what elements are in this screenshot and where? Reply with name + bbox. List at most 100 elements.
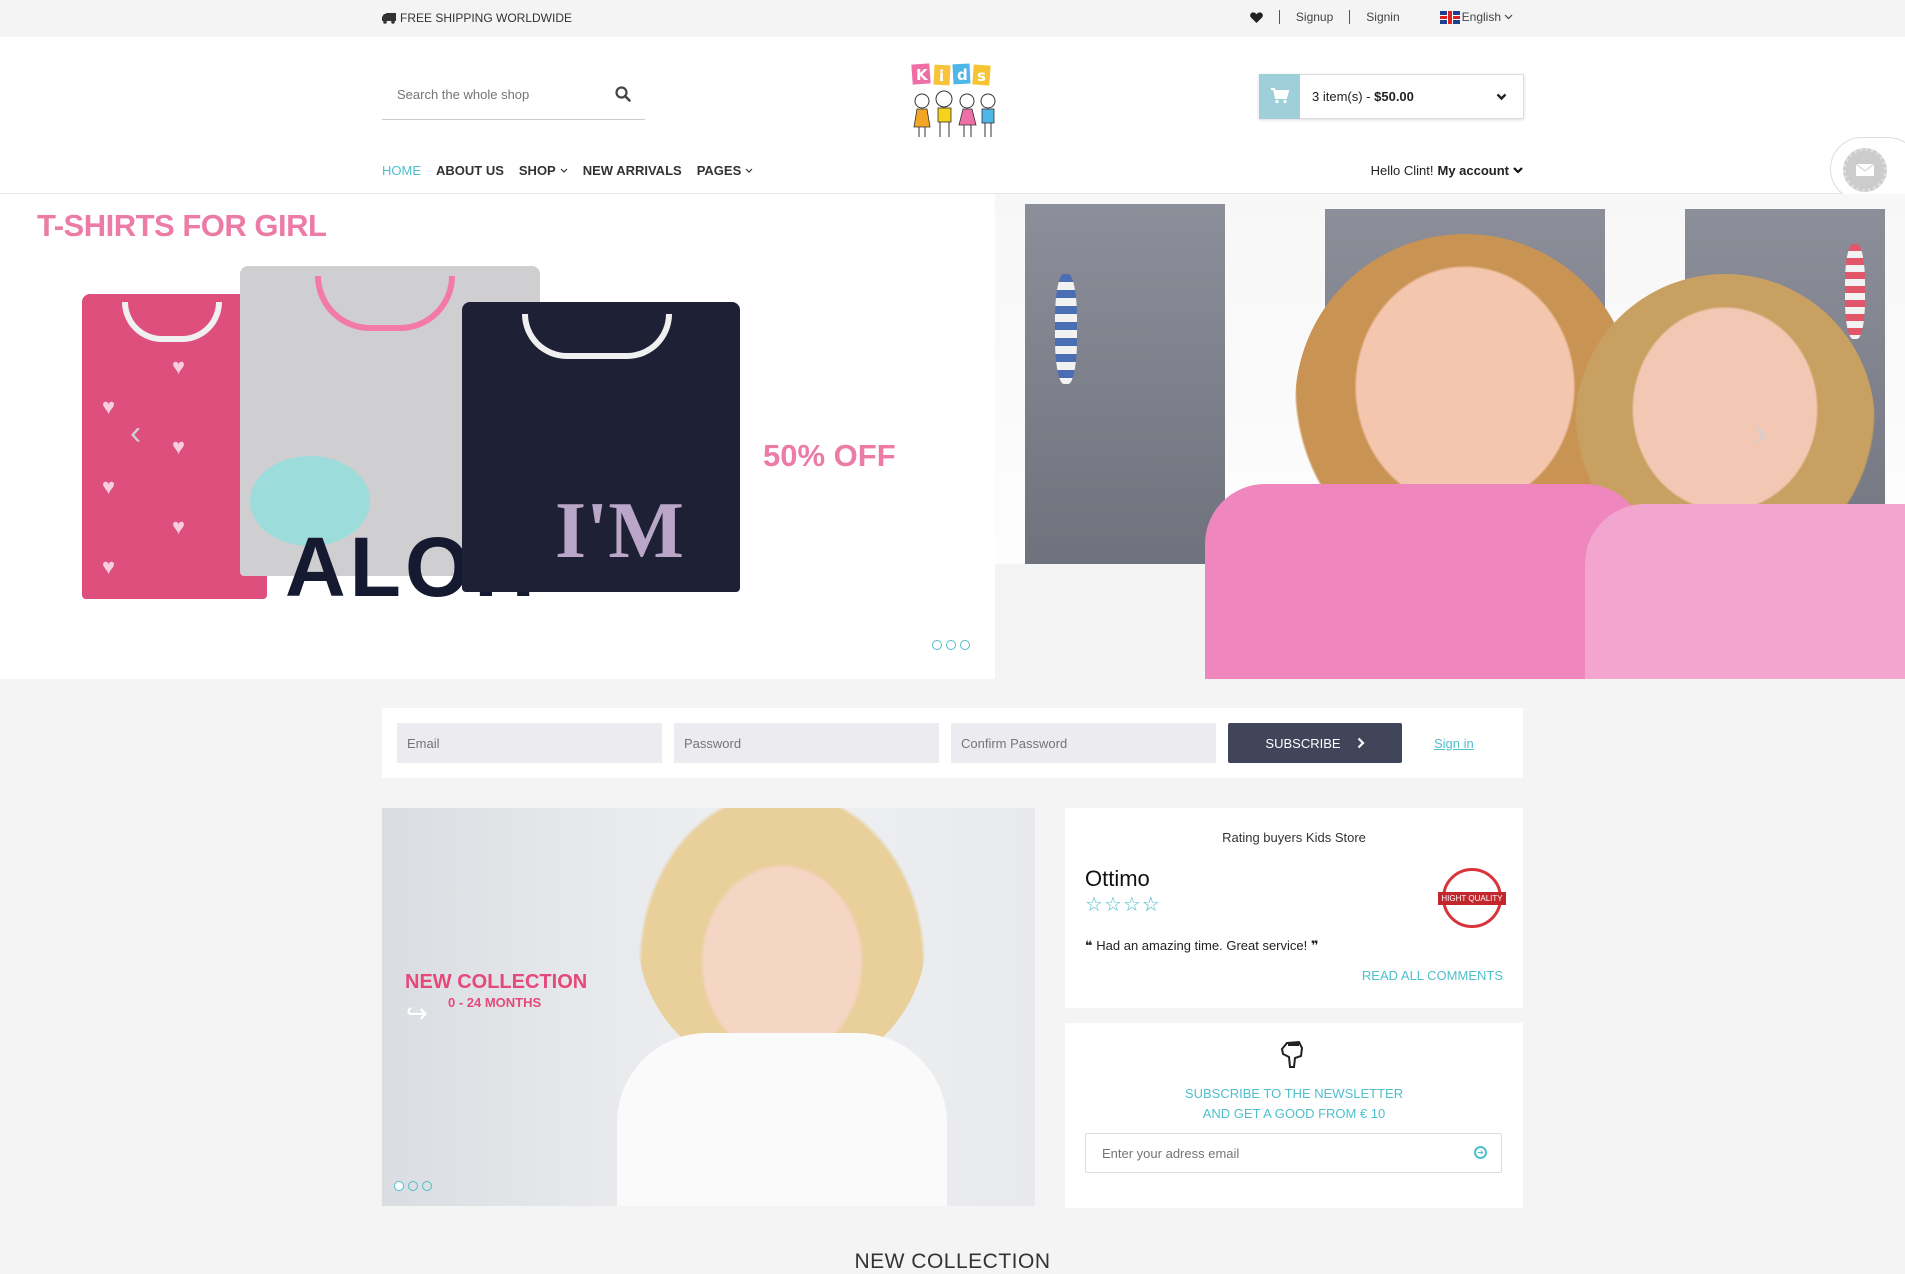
rating-header: Rating buyers Kids Store: [1222, 830, 1366, 845]
fish-ornament: [1845, 244, 1865, 339]
review-quote: ❝ Had an amazing time. Great service! ❞: [1085, 938, 1319, 954]
slider-dot[interactable]: [960, 640, 970, 650]
heart-pattern: ♥: [172, 434, 186, 459]
hero-slide-tshirts: T-SHIRTS FOR GIRL ♥ ♥ ♥ ♥ ♥ ♥ ALOH I'M 5…: [0, 194, 995, 679]
my-account-label: My account: [1437, 163, 1509, 178]
language-selector[interactable]: English: [1439, 10, 1513, 24]
subscribe-button[interactable]: SUBSCRIBE: [1228, 723, 1402, 763]
slider-prev-arrow[interactable]: ‹: [130, 414, 141, 453]
star-outline-icon: ☆: [1085, 894, 1104, 916]
heart-icon[interactable]: [1250, 11, 1263, 23]
signup-link[interactable]: Signup: [1296, 10, 1333, 24]
shipping-notice: FREE SHIPPING WORLDWIDE: [382, 11, 572, 25]
account-menu[interactable]: Hello Clint! My account: [1371, 163, 1523, 178]
main-nav: HOME ABOUT US SHOP NEW ARRIVALS PAGES: [382, 163, 753, 178]
heart-pattern: ♥: [102, 394, 116, 419]
svg-text:s: s: [977, 67, 986, 85]
nav-new-arrivals-label: NEW ARRIVALS: [582, 163, 682, 178]
hero-slider-dots: [932, 640, 970, 650]
collar: [522, 314, 672, 359]
toddler-photo: [597, 808, 957, 1206]
collar: [122, 302, 222, 342]
shipping-text: FREE SHIPPING WORLDWIDE: [400, 11, 573, 25]
window-pane: [1025, 204, 1225, 564]
collar: [315, 276, 455, 331]
signup-form: SUBSCRIBE Sign in: [382, 708, 1523, 778]
nav-home-label: HOME: [382, 163, 421, 178]
chevron-down-icon: [1504, 14, 1513, 20]
newsletter-float-button[interactable]: [1830, 137, 1905, 201]
newsletter-email-field: ➜: [1085, 1133, 1502, 1173]
envelope-icon: [1855, 163, 1875, 177]
hero-discount: 50% OFF: [763, 438, 896, 473]
quote-close-icon: ❞: [1310, 938, 1319, 953]
confirm-password-field[interactable]: [951, 723, 1216, 763]
hero-slider: T-SHIRTS FOR GIRL ♥ ♥ ♥ ♥ ♥ ♥ ALOH I'M 5…: [0, 194, 1905, 679]
uk-flag-icon: [1439, 10, 1460, 24]
quality-badge: HIGHT QUALITY: [1438, 868, 1506, 928]
nav-about-us[interactable]: ABOUT US: [436, 163, 504, 178]
cart-summary: 3 item(s) - $50.00: [1312, 89, 1496, 104]
nav-new-arrivals[interactable]: NEW ARRIVALS: [583, 163, 682, 178]
chevron-right-icon: [1357, 737, 1365, 749]
nav-shop[interactable]: SHOP: [519, 163, 568, 178]
toddler-shirt: [617, 1033, 947, 1206]
svg-text:K: K: [916, 66, 929, 84]
quote-open-icon: ❝: [1085, 938, 1093, 953]
search-icon[interactable]: [615, 86, 631, 102]
hero-slide-girls-photo: ›: [995, 194, 1905, 679]
new-collection-banner[interactable]: NEW COLLECTION 0 - 24 MONTHS ↪: [382, 808, 1035, 1206]
top-links: Signup Signin English: [1250, 10, 1513, 24]
star-rating: ☆☆☆☆: [1085, 892, 1161, 917]
fish-ornament: [1055, 274, 1077, 384]
newsletter-line-1: SUBSCRIBE TO THE NEWSLETTER: [1184, 1086, 1404, 1101]
signin-link[interactable]: Signin: [1366, 10, 1399, 24]
cart-icon-box: [1259, 73, 1300, 119]
cart-total: $50.00: [1374, 89, 1414, 104]
slider-dot[interactable]: [394, 1181, 404, 1191]
quality-badge-label: HIGHT QUALITY: [1438, 891, 1506, 905]
chevron-down-icon: [560, 168, 568, 173]
heart-pattern: ♥: [172, 514, 186, 539]
mail-badge: [1843, 148, 1887, 192]
cart-dropdown[interactable]: 3 item(s) - $50.00: [1259, 73, 1524, 119]
section-title: NEW COLLECTION: [854, 1250, 1051, 1273]
promo-slider-dots: [394, 1181, 432, 1191]
slider-dot[interactable]: [408, 1181, 418, 1191]
pink-shirt: [1205, 484, 1645, 679]
svg-text:d: d: [957, 66, 968, 84]
password-field[interactable]: [674, 723, 939, 763]
nav-pages[interactable]: PAGES: [697, 163, 754, 178]
greeting: Hello Clint!: [1370, 163, 1434, 178]
nav-home[interactable]: HOME: [382, 163, 421, 178]
email-field[interactable]: [397, 723, 662, 763]
search-input[interactable]: [382, 72, 602, 116]
heart-pattern: ♥: [172, 354, 186, 379]
sign-in-link[interactable]: Sign in: [1434, 736, 1474, 751]
floral-shirt: [1585, 504, 1905, 679]
slider-dot[interactable]: [422, 1181, 432, 1191]
newsletter-email-input[interactable]: [1086, 1134, 1456, 1172]
tshirt-print-text: I'M: [555, 487, 684, 575]
chevron-down-icon: [1513, 167, 1523, 174]
read-all-comments-link[interactable]: READ ALL COMMENTS: [1362, 968, 1503, 983]
submit-arrow-icon[interactable]: ➜: [1474, 1146, 1487, 1159]
divider: [1349, 10, 1351, 24]
newsletter-box: SUBSCRIBE TO THE NEWSLETTER AND GET A GO…: [1065, 1023, 1523, 1208]
site-logo[interactable]: K i d s: [897, 59, 1007, 149]
newsletter-heading: SUBSCRIBE TO THE NEWSLETTER AND GET A GO…: [1065, 1084, 1523, 1124]
truck-icon: [382, 12, 396, 24]
slider-dot[interactable]: [946, 640, 956, 650]
nav-shop-label: SHOP: [518, 163, 556, 178]
heart-pattern: ♥: [102, 554, 116, 579]
slider-dot[interactable]: [932, 640, 942, 650]
slider-next-arrow[interactable]: ›: [1755, 414, 1766, 453]
promo-subtitle: 0 - 24 MONTHS: [448, 995, 542, 1010]
heart-pattern: ♥: [102, 474, 116, 499]
chevron-down-icon: [745, 168, 753, 173]
kids-logo-icon: K i d s: [911, 63, 996, 137]
rating-name: Ottimo: [1085, 866, 1150, 891]
subscribe-label: SUBSCRIBE: [1265, 735, 1341, 751]
svg-text:i: i: [939, 67, 944, 85]
curved-arrow-icon: ↪: [406, 998, 428, 1028]
